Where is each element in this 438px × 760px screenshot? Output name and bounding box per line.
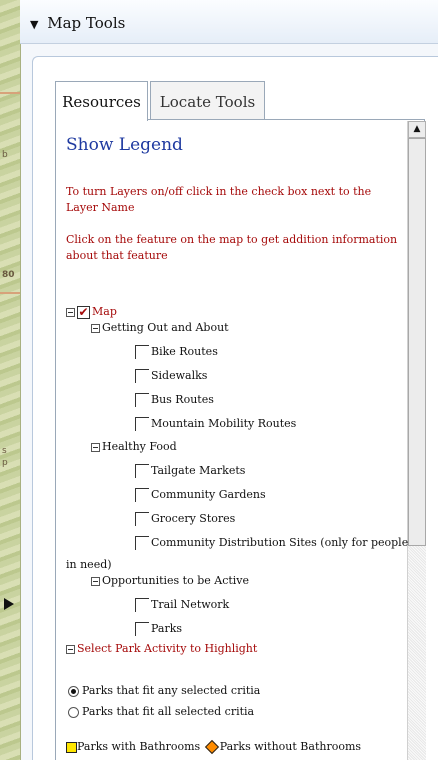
map-checkbox[interactable]: ✔ [77, 305, 90, 319]
radio-any-criteria[interactable] [68, 685, 79, 697]
instruction-text: To turn Layers on/off click in the check… [66, 185, 372, 214]
layer-checkbox[interactable] [135, 598, 149, 612]
collapse-icon[interactable] [66, 644, 75, 654]
layer-label: Bike Routes [151, 345, 218, 358]
tree-label: Map [92, 305, 117, 318]
park-highlight-toggle[interactable]: Select Park Activity to Highlight [66, 642, 257, 656]
layer-label: Bus Routes [151, 393, 214, 406]
layer-checkbox[interactable] [135, 622, 149, 636]
tree-group[interactable]: Healthy Food [91, 440, 177, 454]
tree-group[interactable]: Opportunities to be Active [91, 574, 249, 588]
collapse-icon[interactable] [91, 576, 100, 586]
layer-checkbox[interactable] [135, 417, 149, 431]
layer-item[interactable]: Community Distribution Sites (only for p… [135, 536, 408, 550]
layer-item[interactable]: Tailgate Markets [135, 464, 245, 478]
yellow-square-icon [66, 741, 77, 753]
layer-item[interactable]: Community Gardens [135, 488, 266, 502]
layer-label: Sidewalks [151, 369, 208, 382]
layer-label: Tailgate Markets [151, 464, 246, 477]
layer-label: Mountain Mobility Routes [151, 417, 297, 430]
layer-checkbox[interactable] [135, 345, 149, 359]
instruction-text: Click on the feature on the map to get a… [66, 233, 398, 262]
tree-group-label: Opportunities to be Active [102, 574, 250, 587]
layer-checkbox[interactable] [135, 464, 149, 478]
tree-node-map[interactable]: ✔ Map [66, 305, 117, 319]
layer-label: Community Distribution Sites (only for p… [151, 536, 409, 549]
radio-all-criteria[interactable] [68, 706, 79, 718]
layer-checkbox[interactable] [135, 512, 149, 526]
park-legend: Parks with Bathrooms Parks without Bathr… [66, 739, 362, 755]
collapse-icon[interactable] [91, 442, 100, 452]
layer-checkbox[interactable] [135, 369, 149, 383]
layer-item[interactable]: Sidewalks [135, 369, 207, 383]
park-highlight-label: Select Park Activity to Highlight [77, 642, 258, 655]
collapse-icon[interactable] [91, 323, 100, 333]
layer-checkbox[interactable] [135, 488, 149, 502]
layer-label: Trail Network [151, 598, 230, 611]
legend-label: Parks with Bathrooms [77, 740, 201, 753]
layer-label: Grocery Stores [151, 512, 236, 525]
radio-option[interactable]: Parks that fit all selected critia [68, 705, 254, 719]
orange-diamond-icon [204, 739, 219, 755]
layer-label-wrap: in need) [66, 558, 112, 571]
layer-item[interactable]: Bus Routes [135, 393, 214, 407]
layer-checkbox[interactable] [135, 393, 149, 407]
collapse-icon[interactable] [66, 307, 75, 317]
radio-label: Parks that fit any selected critia [82, 684, 261, 697]
layer-item[interactable]: Parks [135, 622, 182, 636]
legend-label: Parks without Bathrooms [219, 740, 362, 753]
radio-option[interactable]: Parks that fit any selected critia [68, 684, 260, 698]
layer-label: Community Gardens [151, 488, 266, 501]
layer-item[interactable]: Grocery Stores [135, 512, 235, 526]
tree-group[interactable]: Getting Out and About [91, 321, 229, 335]
layer-label: Parks [151, 622, 183, 635]
layer-item[interactable]: Mountain Mobility Routes [135, 417, 296, 431]
layer-item[interactable]: Trail Network [135, 598, 229, 612]
layer-checkbox[interactable] [135, 536, 149, 550]
layer-item[interactable]: Bike Routes [135, 345, 218, 359]
show-legend-link[interactable]: Show Legend [66, 135, 183, 155]
tree-group-label: Getting Out and About [102, 321, 229, 334]
radio-label: Parks that fit all selected critia [82, 705, 255, 718]
tree-group-label: Healthy Food [102, 440, 177, 453]
